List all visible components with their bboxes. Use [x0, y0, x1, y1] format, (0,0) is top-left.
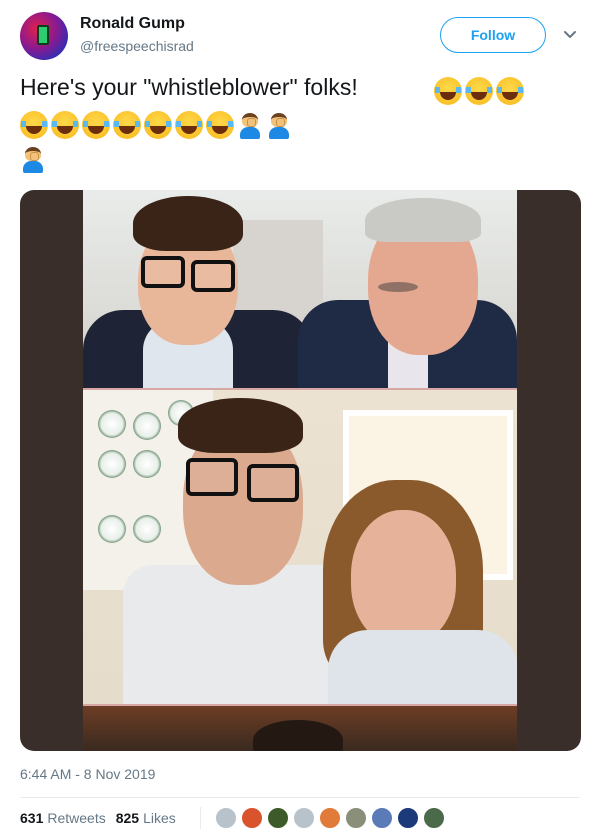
- tweet-media[interactable]: [20, 190, 581, 751]
- follow-button[interactable]: Follow: [440, 17, 546, 53]
- joy-emoji: [465, 77, 493, 105]
- liker-avatar[interactable]: [240, 807, 263, 829]
- stats-divider: [20, 797, 580, 798]
- retweets-count: 631: [20, 810, 44, 826]
- joy-emoji: [51, 111, 79, 139]
- facepalm-emoji: [20, 145, 46, 173]
- joy-emoji: [144, 111, 172, 139]
- photo-middle: [83, 390, 517, 704]
- liker-avatar[interactable]: [266, 807, 289, 829]
- joy-emoji: [496, 77, 524, 105]
- tweet-body: Here's your "whistleblower" folks!: [20, 74, 358, 100]
- avatar[interactable]: [20, 12, 68, 60]
- liker-avatar[interactable]: [292, 807, 315, 829]
- retweets-stat[interactable]: 631 Retweets: [20, 810, 106, 826]
- user-handle[interactable]: @freespeechisrad: [80, 38, 194, 54]
- tweet-header: Ronald Gump @freespeechisrad Follow: [20, 12, 580, 60]
- facepalm-emoji: [266, 111, 292, 139]
- joy-emoji: [82, 111, 110, 139]
- tweet-timestamp[interactable]: 6:44 AM - 8 Nov 2019: [20, 766, 155, 782]
- joy-emoji: [434, 77, 462, 105]
- facepalm-emoji: [237, 111, 263, 139]
- likes-label: Likes: [143, 810, 176, 826]
- chevron-down-icon[interactable]: [560, 24, 580, 44]
- emoji-row-3: [20, 144, 580, 174]
- photo-top: [83, 190, 517, 388]
- likes-stat[interactable]: 825 Likes: [116, 810, 176, 826]
- joy-emoji: [206, 111, 234, 139]
- joy-emoji: [113, 111, 141, 139]
- liker-avatar[interactable]: [214, 807, 237, 829]
- user-name[interactable]: Ronald Gump: [80, 15, 185, 33]
- joy-emoji: [175, 111, 203, 139]
- emoji-row-2: [20, 110, 580, 140]
- liker-avatar[interactable]: [422, 807, 445, 829]
- liker-avatar[interactable]: [396, 807, 419, 829]
- photo-bottom: [83, 706, 517, 751]
- liker-avatar[interactable]: [370, 807, 393, 829]
- liker-avatar[interactable]: [318, 807, 341, 829]
- liker-avatar[interactable]: [344, 807, 367, 829]
- joy-emoji: [20, 111, 48, 139]
- stats-separator: [199, 807, 201, 829]
- emoji-row-1: [434, 76, 584, 106]
- likers-avatars[interactable]: [214, 807, 449, 829]
- phone-icon: [37, 25, 49, 45]
- tweet-stats: 631 Retweets 825 Likes: [20, 807, 449, 829]
- retweets-label: Retweets: [47, 810, 106, 826]
- likes-count: 825: [115, 810, 140, 826]
